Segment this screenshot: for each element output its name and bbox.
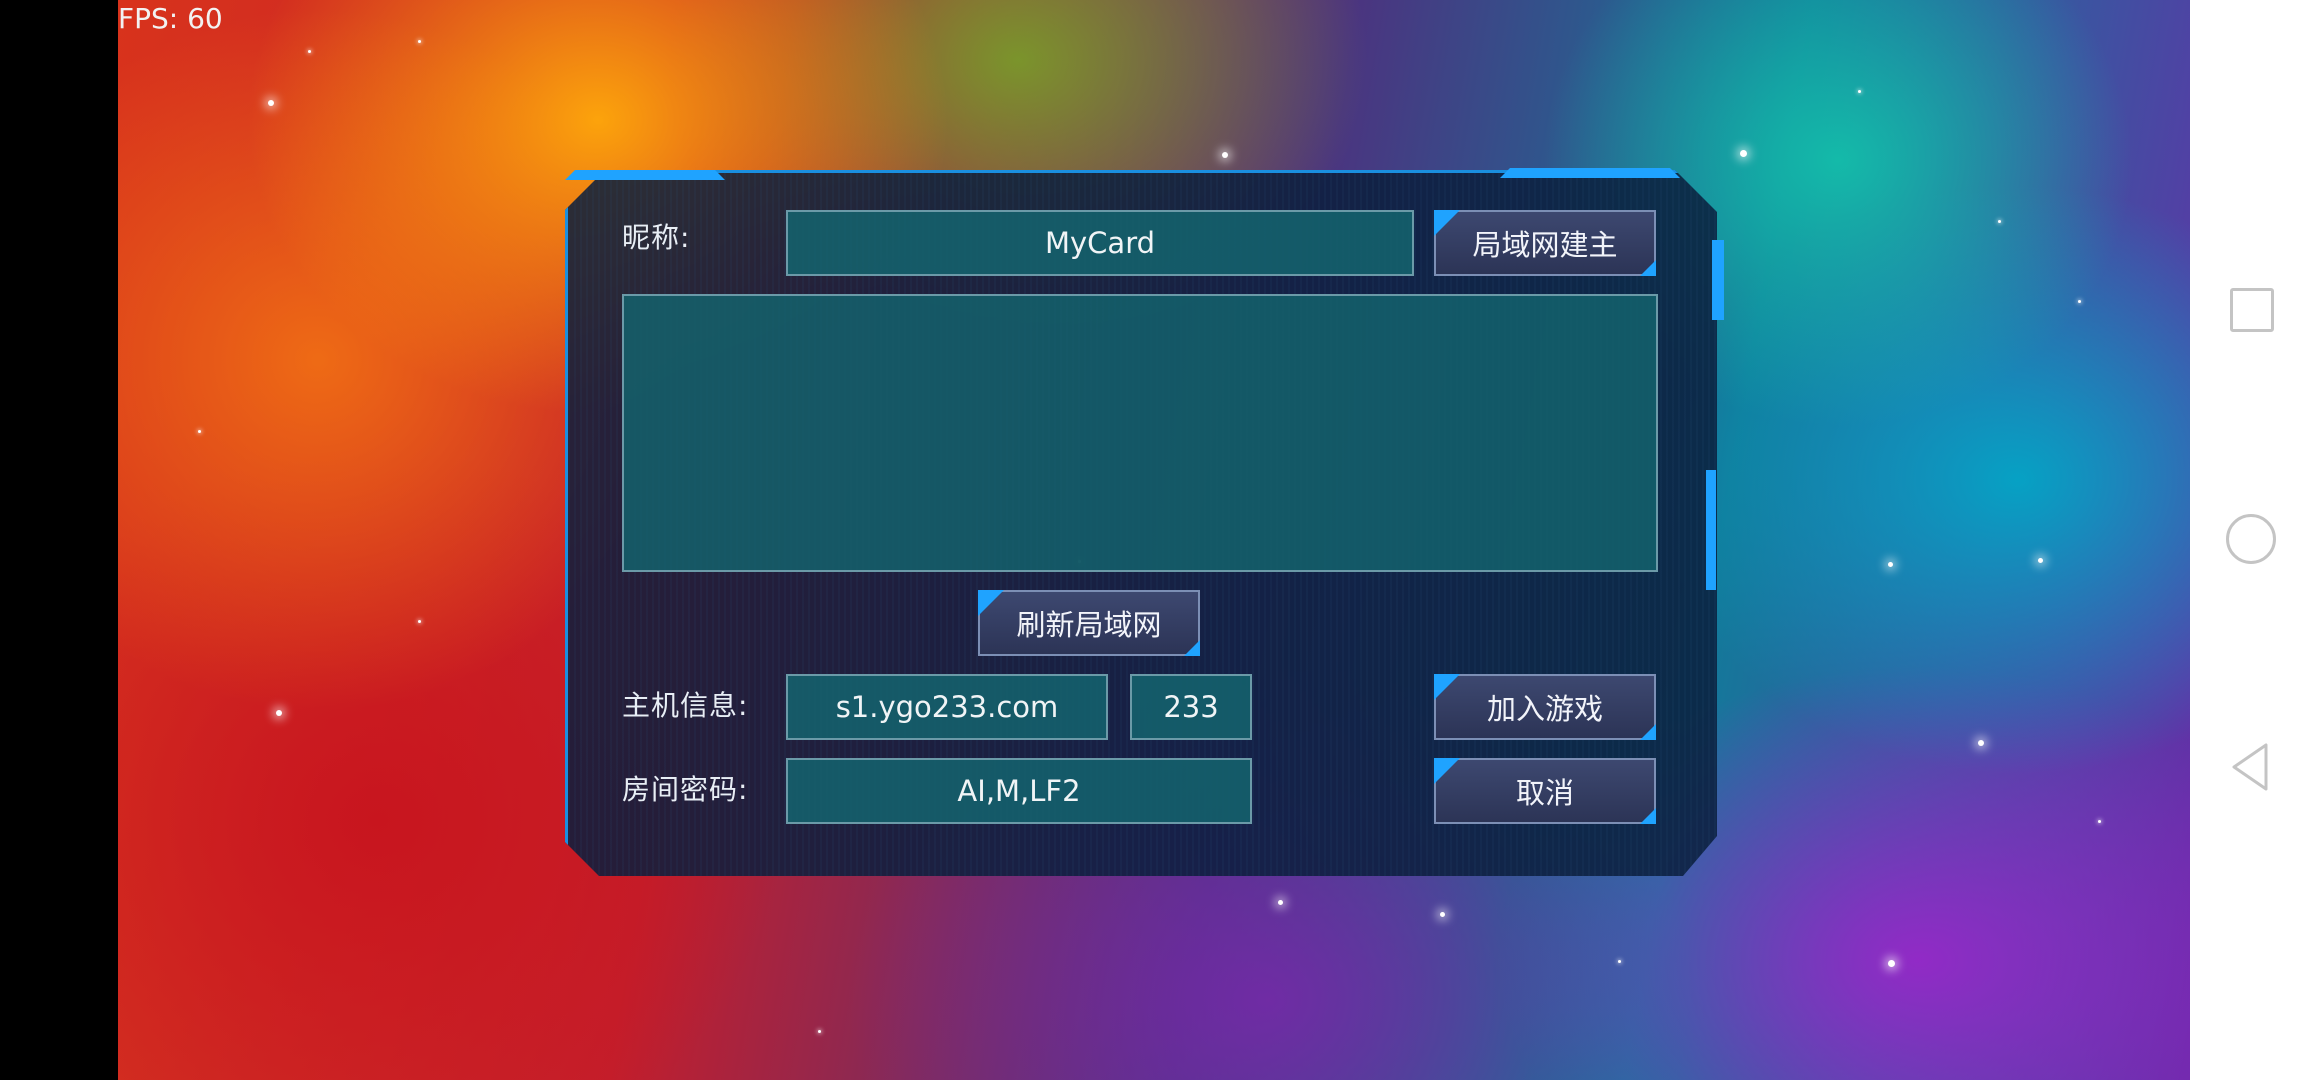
- refresh-lan-button[interactable]: 刷新局域网: [978, 590, 1200, 656]
- star: [276, 710, 282, 716]
- star: [198, 430, 201, 433]
- dialog-corner-accent: [565, 170, 725, 180]
- home-icon[interactable]: [2226, 514, 2276, 564]
- star: [2098, 820, 2101, 823]
- star: [818, 1030, 821, 1033]
- host-address-input[interactable]: s1.ygo233.com: [786, 674, 1108, 740]
- dialog-side-accent: [1712, 240, 1724, 320]
- star: [308, 50, 311, 53]
- star: [1888, 960, 1895, 967]
- star: [1440, 912, 1445, 917]
- lan-room-list[interactable]: [622, 294, 1658, 572]
- star: [1888, 562, 1893, 567]
- dialog-corner-accent: [1500, 168, 1680, 178]
- system-navigation-bar: [2190, 0, 2310, 1080]
- lan-host-button[interactable]: 局域网建主: [1434, 210, 1656, 276]
- star: [1998, 220, 2001, 223]
- star: [2078, 300, 2081, 303]
- star: [1618, 960, 1621, 963]
- star: [268, 100, 274, 106]
- star: [2038, 558, 2043, 563]
- star: [1222, 152, 1228, 158]
- star: [1278, 900, 1283, 905]
- star: [1858, 90, 1861, 93]
- nickname-label: 昵称:: [622, 221, 691, 254]
- recent-apps-icon[interactable]: [2230, 288, 2274, 332]
- back-icon[interactable]: [2230, 742, 2270, 792]
- room-password-label: 房间密码:: [622, 773, 749, 806]
- room-password-input[interactable]: AI,M,LF2: [786, 758, 1252, 824]
- nickname-input[interactable]: MyCard: [786, 210, 1414, 276]
- host-info-label: 主机信息:: [622, 689, 749, 722]
- dialog-side-accent: [1706, 470, 1716, 590]
- star: [418, 620, 421, 623]
- star: [1740, 150, 1747, 157]
- star: [1978, 740, 1984, 746]
- star: [418, 40, 421, 43]
- left-black-bar: [0, 0, 118, 1080]
- cancel-button[interactable]: 取消: [1434, 758, 1656, 824]
- join-game-button[interactable]: 加入游戏: [1434, 674, 1656, 740]
- host-port-input[interactable]: 233: [1130, 674, 1252, 740]
- fps-counter: FPS: 60: [118, 2, 223, 35]
